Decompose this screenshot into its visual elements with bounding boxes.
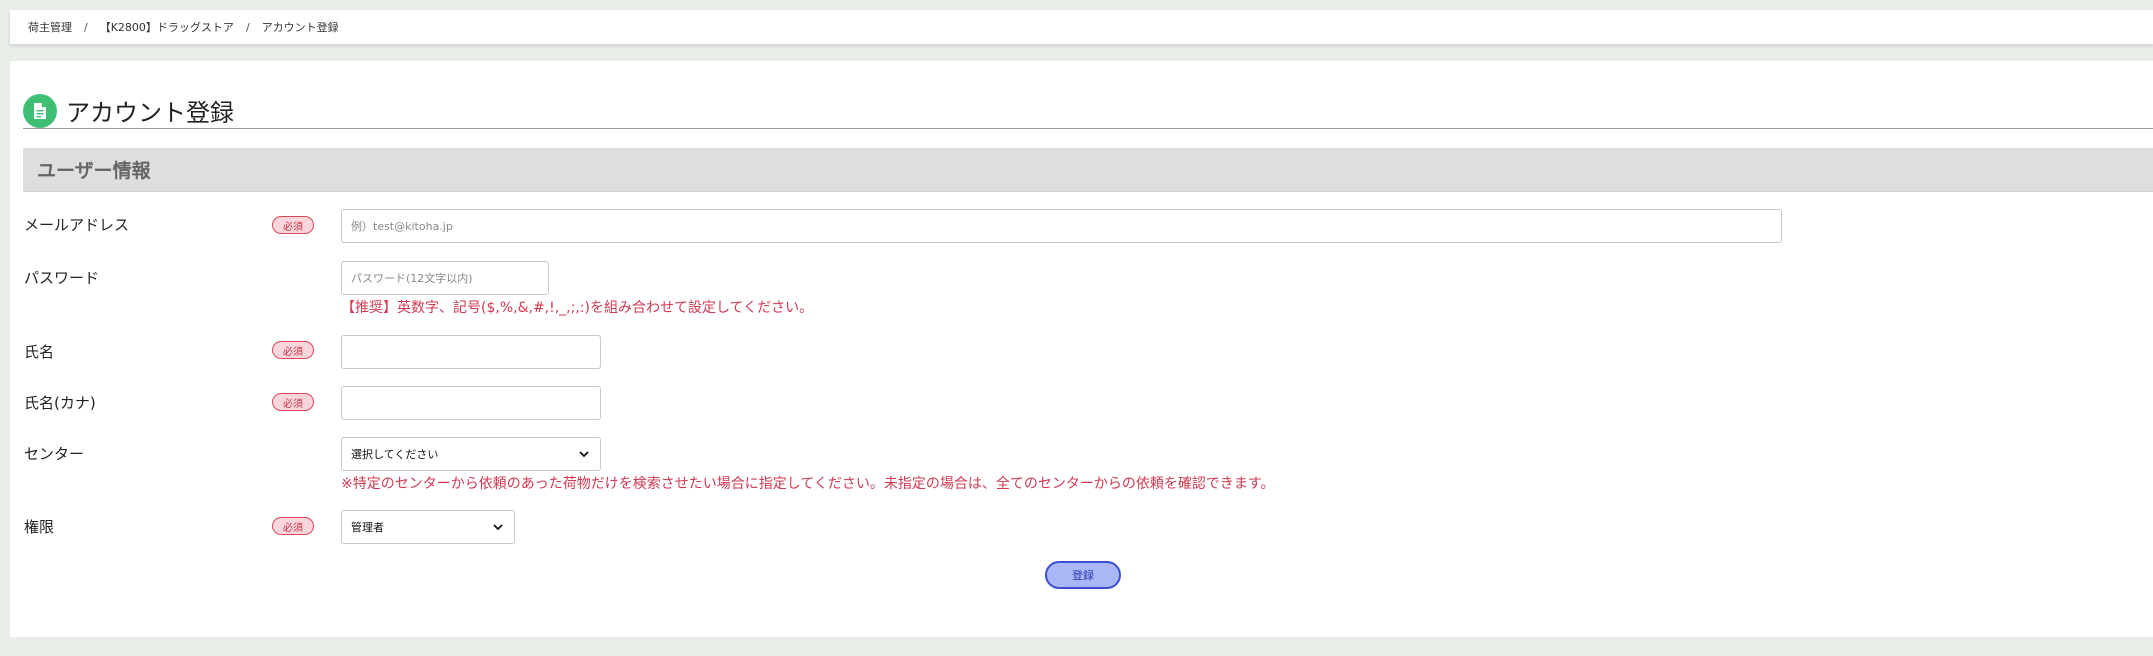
section-header-user-info: ユーザー情報 — [23, 148, 2153, 192]
breadcrumb-item-current: アカウント登録 — [261, 21, 339, 34]
page-header: アカウント登録 — [23, 77, 234, 144]
center-hint: ※特定のセンターから依頼のあった荷物だけを検索させたい場合に指定してください。未… — [341, 476, 1275, 492]
required-badge: 必須 — [272, 341, 314, 359]
name-field[interactable] — [341, 335, 601, 369]
password-field[interactable] — [341, 261, 549, 295]
center-select-value: 選択してください — [351, 448, 439, 461]
breadcrumb-item-store[interactable]: 【K2800】ドラッグストア — [100, 19, 234, 35]
required-badge: 必須 — [272, 393, 314, 411]
email-field[interactable] — [341, 209, 1782, 243]
password-hint: 【推奨】英数字、記号($,%,&,#,!,_,;,:)を組み合わせて設定してくだ… — [341, 300, 814, 316]
chevron-down-icon — [493, 524, 503, 531]
required-badge: 必須 — [272, 216, 314, 234]
main-card: アカウント登録 ユーザー情報 メールアドレス 必須 パスワード 【推奨】英数字、… — [10, 61, 2153, 637]
name-label: 氏名 — [24, 343, 55, 361]
register-button[interactable]: 登録 — [1045, 561, 1121, 589]
document-icon — [23, 93, 57, 128]
breadcrumb-item-shipper[interactable]: 荷主管理 — [28, 19, 72, 35]
breadcrumb: 荷主管理 / 【K2800】ドラッグストア / アカウント登録 — [10, 10, 2153, 44]
role-select[interactable]: 管理者 — [341, 510, 515, 544]
title-divider — [23, 128, 2153, 129]
required-badge: 必須 — [272, 517, 314, 535]
role-label: 権限 — [24, 518, 55, 536]
center-select[interactable]: 選択してください — [341, 437, 601, 471]
email-label: メールアドレス — [24, 216, 130, 234]
breadcrumb-separator: / — [84, 20, 88, 34]
page-title: アカウント登録 — [66, 99, 234, 128]
breadcrumb-separator: / — [245, 20, 250, 34]
name-kana-field[interactable] — [341, 386, 601, 420]
chevron-down-icon — [579, 451, 589, 458]
name-kana-label: 氏名(カナ) — [24, 394, 96, 412]
password-label: パスワード — [24, 269, 100, 287]
role-select-value: 管理者 — [351, 521, 384, 534]
center-label: センター — [24, 445, 85, 463]
